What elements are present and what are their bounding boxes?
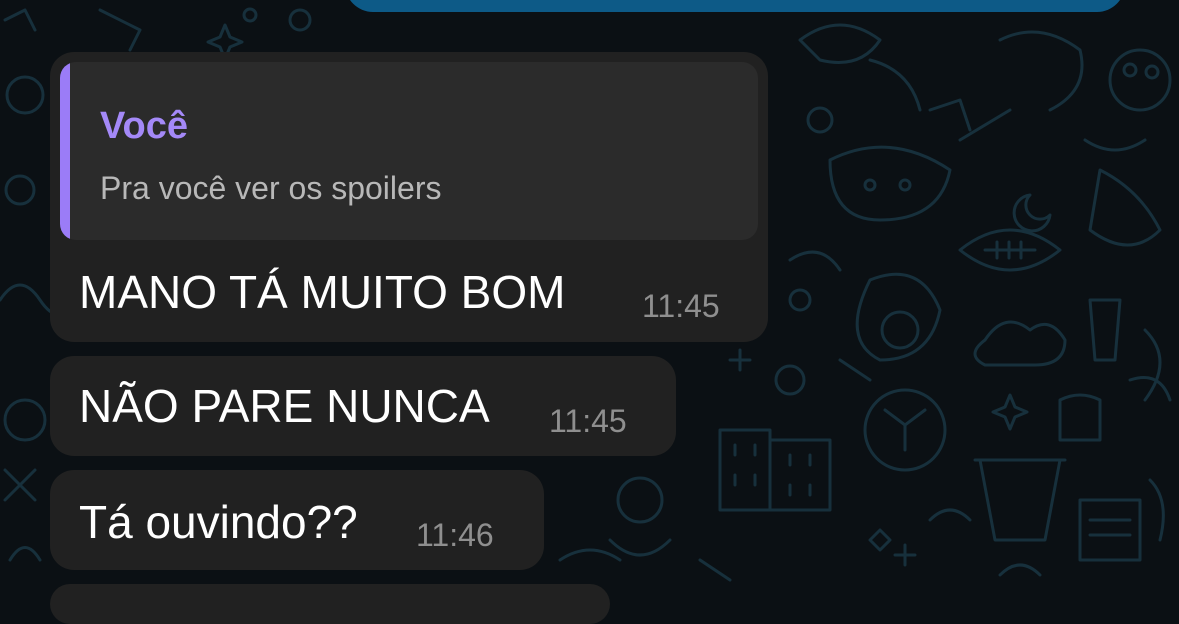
message-timestamp: 11:45 [549, 403, 627, 439]
message-bubble[interactable]: NÃO PARE NUNCA 11:45 [50, 356, 676, 456]
outgoing-message-bubble-partial[interactable] [345, 0, 1125, 12]
message-text: Tá ouvindo?? [79, 496, 358, 548]
message-timestamp: 11:45 [642, 288, 720, 324]
message-text: MANO TÁ MUITO BOM [79, 266, 566, 318]
reply-quote-text: Pra você ver os spoilers [100, 170, 442, 206]
message-bubble[interactable]: Você Pra você ver os spoilers MANO TÁ MU… [50, 52, 768, 342]
message-text: NÃO PARE NUNCA [79, 380, 490, 432]
message-bubble[interactable]: Tá ouvindo?? 11:46 [50, 470, 544, 570]
reply-quote[interactable]: Você Pra você ver os spoilers [60, 62, 758, 240]
reply-quote-author: Você [100, 105, 189, 147]
message-timestamp: 11:46 [416, 517, 494, 553]
message-bubble-partial[interactable] [50, 584, 610, 624]
reply-quote-accent-bar [60, 62, 70, 240]
